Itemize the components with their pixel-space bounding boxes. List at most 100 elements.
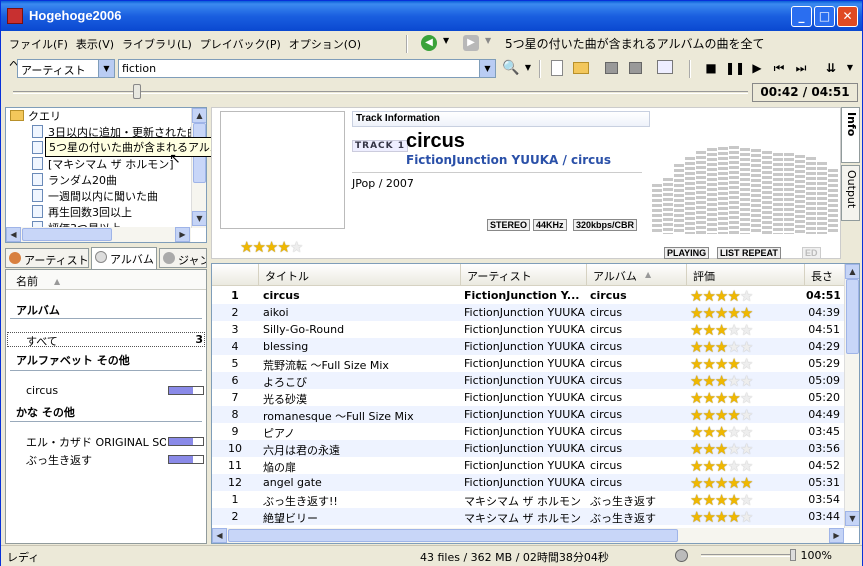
star-icon[interactable]: ★ — [690, 508, 703, 526]
next-icon[interactable]: ⏭ — [793, 60, 809, 76]
previous-icon[interactable]: ⏮ — [771, 60, 787, 76]
star-icon[interactable]: ★ — [740, 287, 753, 305]
star-icon[interactable]: ★ — [715, 406, 728, 424]
star-icon[interactable]: ★ — [727, 372, 740, 390]
star-icon[interactable]: ★ — [240, 238, 253, 256]
cell-rating[interactable]: ★★★★★ — [690, 321, 802, 339]
star-icon[interactable]: ★ — [727, 423, 740, 441]
tree-root[interactable]: クエリ — [28, 108, 61, 124]
star-icon[interactable]: ★ — [702, 389, 715, 407]
table-row[interactable]: 3 Silly-Go-Round FictionJunction YUUKA circ… — [212, 321, 844, 339]
maximize-button[interactable]: □ — [814, 6, 835, 27]
star-icon[interactable]: ★ — [702, 287, 715, 305]
star-icon[interactable]: ★ — [740, 338, 753, 356]
star-icon[interactable]: ★ — [740, 389, 753, 407]
star-icon[interactable]: ★ — [290, 238, 303, 256]
table-row[interactable]: 2 絶望ビリー マキシマム ザ ホルモン ぶっ生き返す ★★★★★ 03:44 — [212, 508, 844, 526]
star-icon[interactable]: ★ — [715, 423, 728, 441]
table-row[interactable]: 1 circus FictionJunction Y... circus ★★★★★ 04… — [212, 287, 844, 305]
table-row[interactable]: 5 荒野流転 ～Full Size Mix FictionJunction YUUK… — [212, 355, 844, 373]
cell-rating[interactable]: ★★★★★ — [690, 372, 802, 390]
forward-dropdown-icon[interactable]: ▼ — [485, 36, 491, 45]
cell-rating[interactable]: ★★★★★ — [690, 389, 802, 407]
star-icon[interactable]: ★ — [690, 406, 703, 424]
scroll-up-icon[interactable]: ▲ — [192, 108, 206, 123]
star-icon[interactable]: ★ — [740, 491, 753, 509]
star-icon[interactable]: ★ — [740, 457, 753, 475]
new-file-icon[interactable] — [551, 60, 563, 76]
star-icon[interactable]: ★ — [702, 355, 715, 373]
cell-rating[interactable]: ★★★★★ — [690, 457, 802, 475]
star-icon[interactable]: ★ — [727, 440, 740, 458]
scroll-left-icon[interactable]: ◀ — [212, 528, 227, 543]
tree-item[interactable]: 再生回数3回以上 — [48, 204, 132, 220]
search-input[interactable]: fiction ▼ — [118, 59, 496, 78]
speaker-icon[interactable] — [675, 549, 688, 562]
cell-rating[interactable]: ★★★★★ — [690, 406, 802, 424]
volume-slider[interactable] — [701, 554, 793, 557]
list-item[interactable]: ぶっ生き返す — [26, 452, 92, 468]
star-icon[interactable]: ★ — [727, 389, 740, 407]
star-icon[interactable]: ★ — [740, 321, 753, 339]
star-icon[interactable]: ★ — [715, 338, 728, 356]
table-row[interactable]: 12 angel gate FictionJunction YUUKA circus ★… — [212, 474, 844, 492]
star-icon[interactable]: ★ — [702, 321, 715, 339]
star-icon[interactable]: ★ — [727, 304, 740, 322]
chevron-down-icon[interactable]: ▼ — [479, 60, 495, 77]
star-icon[interactable]: ★ — [727, 338, 740, 356]
table-row[interactable]: 9 ピアノ FictionJunction YUUKA circus ★★★★★ 03:4… — [212, 423, 844, 441]
panel2-icon[interactable] — [629, 62, 642, 74]
table-row[interactable]: 2 aikoi FictionJunction YUUKA circus ★★★★★ 04… — [212, 304, 844, 322]
star-icon[interactable]: ★ — [702, 372, 715, 390]
star-icon[interactable]: ★ — [740, 474, 753, 492]
scroll-right-icon[interactable]: ▶ — [175, 227, 190, 242]
star-icon[interactable]: ★ — [727, 491, 740, 509]
cell-rating[interactable]: ★★★★★ — [690, 423, 802, 441]
star-icon[interactable]: ★ — [702, 406, 715, 424]
star-icon[interactable]: ★ — [727, 508, 740, 526]
star-icon[interactable]: ★ — [715, 287, 728, 305]
back-arrow-icon[interactable]: ◀ — [421, 35, 437, 51]
title-bar[interactable]: Hogehoge2006 _ □ ✕ — [1, 1, 862, 31]
table-row[interactable]: 7 光る砂漠 FictionJunction YUUKA circus ★★★★★ 05:… — [212, 389, 844, 407]
scroll-thumb[interactable] — [228, 529, 678, 542]
star-icon[interactable]: ★ — [690, 338, 703, 356]
pause-icon[interactable]: ❚❚ — [725, 60, 745, 76]
cell-rating[interactable]: ★★★★★ — [690, 508, 802, 526]
table-row[interactable]: 11 焔の扉 FictionJunction YUUKA circus ★★★★★ 04:… — [212, 457, 844, 475]
browser-header[interactable]: 名前 ▲ — [6, 270, 206, 290]
star-icon[interactable]: ★ — [690, 355, 703, 373]
scroll-down-icon[interactable]: ▼ — [192, 211, 206, 226]
list-vscrollbar[interactable]: ▲ ▼ — [844, 264, 859, 528]
star-icon[interactable]: ★ — [690, 457, 703, 475]
star-icon[interactable]: ★ — [690, 389, 703, 407]
seek-handle[interactable] — [133, 84, 141, 99]
sort-dropdown-icon[interactable]: ▼ — [842, 60, 858, 76]
star-icon[interactable]: ★ — [715, 389, 728, 407]
cell-rating[interactable]: ★★★★★ — [690, 338, 802, 356]
table-row[interactable]: 1 ぶっ生き返す!! マキシマム ザ ホルモン ぶっ生き返す ★★★★★ 03:54 — [212, 491, 844, 509]
star-icon[interactable]: ★ — [727, 406, 740, 424]
close-button[interactable]: ✕ — [837, 6, 858, 27]
star-icon[interactable]: ★ — [702, 491, 715, 509]
scroll-up-icon[interactable]: ▲ — [845, 264, 859, 279]
star-icon[interactable]: ★ — [702, 440, 715, 458]
star-icon[interactable]: ★ — [702, 508, 715, 526]
star-icon[interactable]: ★ — [740, 304, 753, 322]
star-icon[interactable]: ★ — [702, 338, 715, 356]
star-icon[interactable]: ★ — [727, 474, 740, 492]
star-icon[interactable]: ★ — [702, 304, 715, 322]
col-rating[interactable]: 評価 — [686, 264, 804, 286]
tab-artist[interactable]: アーティスト — [5, 248, 89, 268]
table-row[interactable]: 10 六月は君の永遠 FictionJunction YUUKA circus ★★★★… — [212, 440, 844, 458]
info-rating[interactable]: ★★★★★ — [240, 238, 303, 256]
list-item[interactable]: エル・カザド ORIGINAL SO... — [26, 434, 166, 450]
stop-icon[interactable]: ■ — [703, 60, 719, 76]
open-folder-icon[interactable] — [573, 62, 589, 74]
forward-arrow-icon[interactable]: ▶ — [463, 35, 479, 51]
play-icon[interactable]: ▶ — [749, 60, 765, 76]
minimize-button[interactable]: _ — [791, 6, 812, 27]
search-dropdown-icon[interactable]: ▼ — [520, 60, 536, 76]
col-number[interactable] — [212, 264, 258, 286]
star-icon[interactable]: ★ — [715, 508, 728, 526]
